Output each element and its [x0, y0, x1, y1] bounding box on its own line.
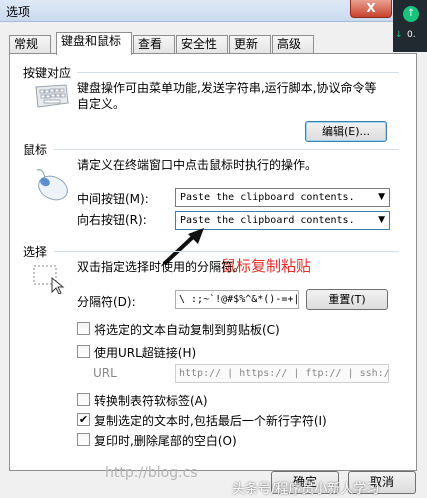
tab-advanced[interactable]: 高级	[272, 35, 314, 54]
right-button-select[interactable]: Paste the clipboard contents. ▼	[175, 211, 390, 230]
keyboard-icon	[32, 83, 70, 112]
mouse-section-title: 鼠标	[23, 143, 48, 157]
middle-button-select[interactable]: Paste the clipboard contents. ▼	[175, 188, 390, 207]
title-bar: 选项 X	[0, 0, 427, 22]
url-label: URL	[93, 366, 117, 380]
convert-tab-label: 转换制表符软标签(A)	[94, 394, 208, 408]
mouse-icon	[31, 168, 71, 205]
right-button-label: 向右按钮(R):	[77, 213, 147, 227]
tab-security[interactable]: 安全性	[176, 35, 228, 54]
speed-value: 0.	[407, 30, 416, 40]
upload-arrow-icon: ↑	[403, 6, 419, 22]
close-icon: X	[366, 1, 376, 15]
hotkeys-description-line2: 自定义。	[77, 97, 126, 111]
window-title: 选项	[6, 5, 31, 19]
reset-button[interactable]: 重置(T)	[306, 289, 388, 310]
auto-copy-label: 将选定的文本自动复制到剪贴板(C)	[94, 323, 280, 337]
watermark-left: http://blog.cs	[105, 465, 198, 481]
tab-keyboard-mouse[interactable]: 键盘和鼠标	[56, 32, 132, 55]
copy-newline-label: 复制选定的文本时,包括最后一个新行字符(I)	[94, 414, 327, 428]
dropdown-arrow-icon: ▼	[378, 215, 385, 225]
selection-description: 双击指定选择时使用的分隔符。	[77, 260, 246, 274]
copy-newline-checkbox[interactable]: ✔	[77, 413, 90, 426]
close-button[interactable]: X	[350, 0, 392, 18]
dropdown-arrow-icon: ▼	[378, 192, 385, 202]
selection-section-title: 选择	[23, 245, 48, 259]
download-arrow-icon: ↓	[395, 30, 403, 40]
trim-trailing-label: 复印时,删除尾部的空白(O)	[94, 434, 237, 448]
auto-copy-checkbox[interactable]	[77, 322, 90, 335]
network-speed-widget: ↑ ↓ 0.	[393, 0, 427, 52]
hotkeys-section-title: 按键对应	[23, 66, 72, 80]
selection-divider	[54, 251, 399, 252]
watermark-right: 头条号/程序员小新人学习	[232, 482, 380, 497]
trim-trailing-checkbox[interactable]	[77, 433, 90, 446]
selection-icon	[30, 262, 70, 297]
tab-view[interactable]: 查看	[133, 35, 175, 54]
hotkeys-divider	[77, 72, 399, 73]
use-url-label: 使用URL超链接(H)	[94, 346, 197, 360]
mouse-divider	[54, 149, 399, 150]
tab-update[interactable]: 更新	[229, 35, 271, 54]
convert-tab-checkbox[interactable]	[77, 393, 90, 406]
separator-input[interactable]: \ :;~`!@#$%^&*()-=+|	[175, 290, 299, 309]
tab-general[interactable]: 常规	[9, 35, 51, 54]
url-input[interactable]: http:// | https:// | ftp:// | ssh:/	[175, 364, 389, 383]
use-url-checkbox[interactable]	[77, 345, 90, 358]
mouse-description: 请定义在终端窗口中点击鼠标时执行的操作。	[77, 158, 318, 172]
check-icon: ✔	[78, 413, 89, 426]
edit-button[interactable]: 编辑(E)...	[305, 121, 387, 142]
hotkeys-description-line1: 键盘操作可由菜单功能,发送字符串,运行脚本,协议命令等	[77, 81, 377, 95]
middle-button-label: 中间按钮(M):	[77, 192, 149, 206]
separator-label: 分隔符(D):	[77, 295, 136, 309]
